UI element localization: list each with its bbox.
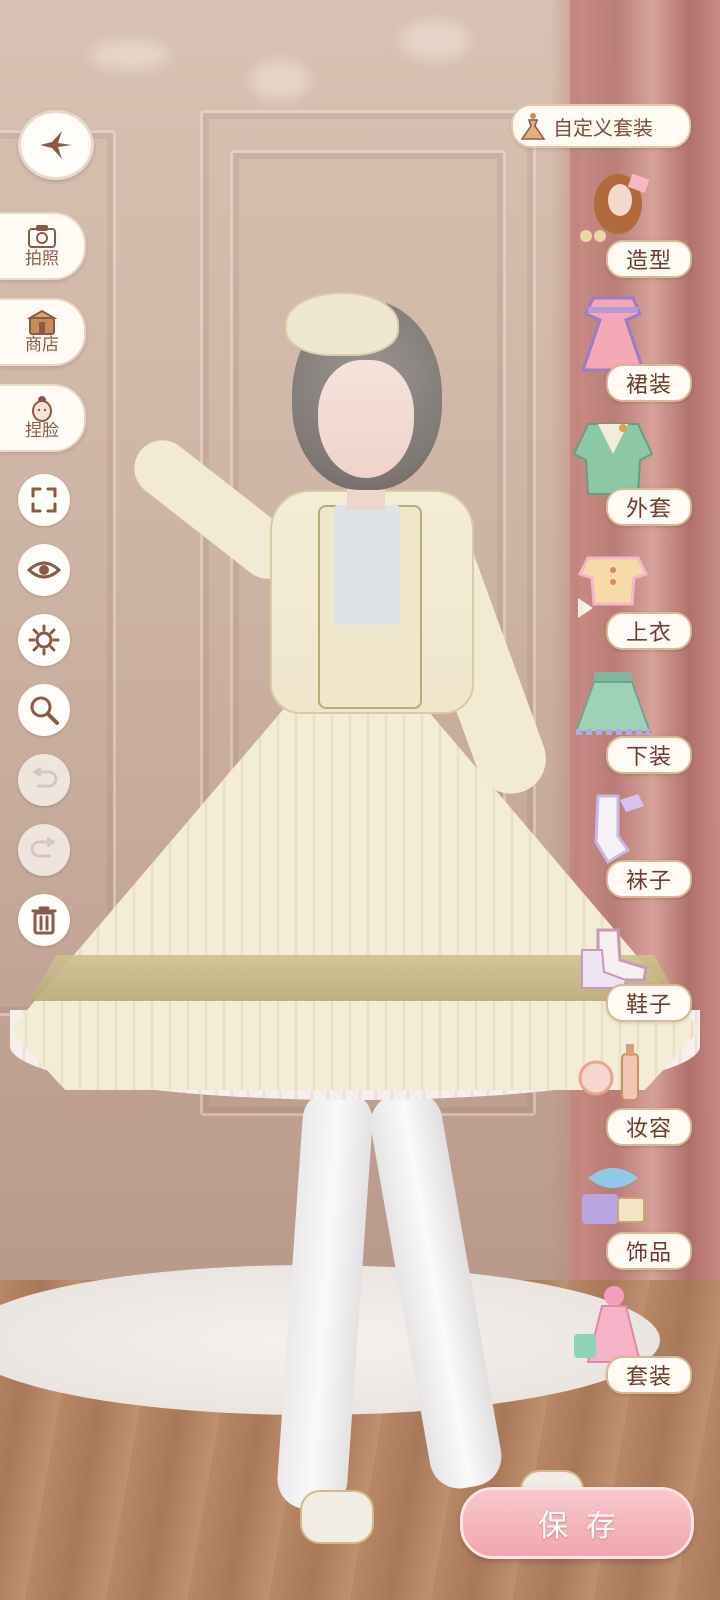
camera-button[interactable]: 拍照 — [0, 212, 86, 280]
category-outfit-set-label: 套装 — [606, 1356, 692, 1394]
category-hairstyle[interactable]: 造型 — [568, 166, 698, 278]
category-coat[interactable]: 外套 — [568, 414, 698, 526]
category-shoes-label: 鞋子 — [606, 984, 692, 1022]
delete-button[interactable] — [18, 894, 70, 946]
category-top[interactable]: 上衣 — [568, 538, 698, 650]
category-socks-label: 袜子 — [606, 860, 692, 898]
category-bottom[interactable]: 下装 — [568, 662, 698, 774]
face-edit-button[interactable]: 捏脸 — [0, 384, 86, 452]
category-dress[interactable]: 裙装 — [568, 290, 698, 402]
category-outfit-set[interactable]: 套装 — [568, 1282, 698, 1394]
lighting-button[interactable] — [18, 614, 70, 666]
save-label: 保存 — [538, 1509, 634, 1544]
back-button[interactable] — [18, 110, 94, 180]
undo-button[interactable] — [18, 754, 70, 806]
hide-ui-button[interactable] — [18, 544, 70, 596]
camera-icon — [27, 223, 57, 249]
category-coat-label: 外套 — [606, 488, 692, 526]
zoom-button[interactable] — [18, 684, 70, 736]
face-edit-icon — [27, 395, 57, 422]
lighting-icon — [28, 624, 60, 656]
light-spot — [400, 20, 470, 60]
category-accessory-label: 饰品 — [606, 1232, 692, 1270]
category-hairstyle-label: 造型 — [606, 240, 692, 278]
category-dress-label: 裙装 — [606, 364, 692, 402]
dress-icon — [513, 111, 553, 141]
sparkle-back-icon — [40, 131, 72, 159]
shop-icon — [27, 309, 57, 335]
category-bottom-label: 下装 — [606, 736, 692, 774]
trash-icon — [31, 906, 57, 935]
redo-icon — [30, 836, 56, 858]
fullscreen-button[interactable] — [18, 474, 70, 526]
custom-outfit-button[interactable]: 自定义套装 — [511, 104, 691, 148]
camera-label: 拍照 — [25, 249, 59, 269]
fullscreen-icon — [31, 487, 57, 513]
shop-label: 商店 — [25, 335, 59, 355]
undo-icon — [32, 766, 58, 788]
custom-outfit-label: 自定义套装 — [553, 115, 653, 140]
wall-panel — [230, 150, 506, 1076]
category-shoes[interactable]: 鞋子 — [568, 910, 698, 1022]
light-spot — [250, 60, 310, 100]
category-makeup[interactable]: 妆容 — [568, 1034, 698, 1146]
redo-button[interactable] — [18, 824, 70, 876]
light-spot — [90, 40, 170, 70]
eye-icon — [27, 561, 61, 579]
face-edit-label: 捏脸 — [25, 421, 59, 441]
category-socks[interactable]: 袜子 — [568, 786, 698, 898]
shop-button[interactable]: 商店 — [0, 298, 86, 366]
category-top-label: 上衣 — [606, 612, 692, 650]
category-makeup-label: 妆容 — [606, 1108, 692, 1146]
category-accessory[interactable]: 饰品 — [568, 1158, 698, 1270]
save-button[interactable]: 保存 — [460, 1487, 694, 1559]
zoom-icon — [30, 696, 59, 725]
